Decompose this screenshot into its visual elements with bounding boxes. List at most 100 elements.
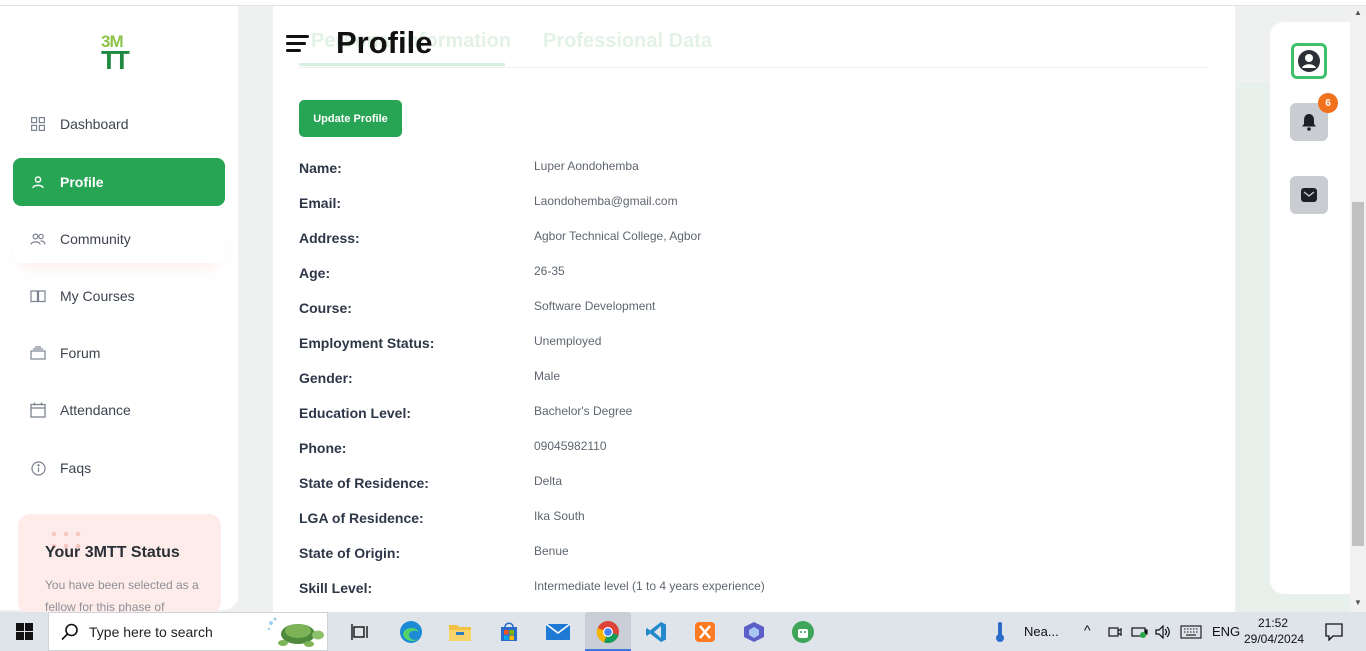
status-card-title: Your 3MTT Status (45, 544, 180, 561)
taskbar-clock[interactable]: 21:52 29/04/2024 (1244, 615, 1305, 647)
status-card: Your 3MTT Status You have been selected … (18, 514, 221, 612)
field-label: Gender: (299, 370, 353, 386)
hamburger-menu-icon[interactable] (286, 33, 310, 53)
scroll-up-arrow-icon[interactable]: ▲ (1354, 8, 1362, 17)
field-label: Address: (299, 230, 360, 246)
sidebar-item-forum[interactable]: Forum (13, 329, 225, 377)
profile-field-row: Employment Status: Unemployed (299, 332, 1199, 356)
profile-field-row: Gender: Male (299, 367, 1199, 391)
battery-icon[interactable] (1131, 626, 1149, 638)
windows-taskbar: Type here to search Nea... ^ ENG 21:52 2… (0, 612, 1366, 651)
user-circle-icon (1298, 50, 1320, 72)
field-value: Laondohemba@gmail.com (534, 194, 678, 208)
weather-text[interactable]: Nea... (1024, 624, 1059, 639)
mail-icon (1301, 188, 1317, 202)
profile-field-row: Address: Agbor Technical College, Agbor (299, 227, 1199, 251)
field-value: Benue (534, 544, 569, 558)
field-label: Education Level: (299, 405, 412, 421)
meet-now-icon[interactable] (1108, 625, 1122, 639)
field-value: Male (534, 369, 561, 383)
active-tab-underline (299, 63, 505, 66)
field-value: Delta (534, 474, 563, 488)
field-value: Ika South (534, 509, 585, 523)
field-label: Skill Level: (299, 580, 373, 596)
clock-date: 29/04/2024 (1244, 632, 1305, 646)
weather-thermometer-icon[interactable] (994, 621, 1006, 643)
scrollbar-thumb[interactable] (1352, 202, 1364, 546)
sidebar-item-label: Profile (60, 174, 104, 190)
users-icon (30, 231, 46, 247)
turtle-search-highlight-icon (267, 617, 324, 647)
profile-field-row: Phone: 09045982110 (299, 437, 1199, 461)
sidebar-item-label: Faqs (60, 460, 92, 476)
microsoft-store-icon[interactable] (494, 617, 524, 647)
user-icon (30, 174, 46, 190)
bell-icon (1302, 114, 1316, 131)
field-label: Age: (299, 265, 331, 281)
field-value: Intermediate level (1 to 4 years experie… (534, 579, 765, 593)
notification-count-badge: 6 (1318, 93, 1338, 113)
field-label: State of Residence: (299, 475, 429, 491)
page-title: Profile (336, 25, 433, 60)
mail-app-icon[interactable] (543, 617, 573, 647)
info-icon (30, 460, 46, 476)
calendar-icon (30, 402, 46, 418)
3mtt-logo[interactable]: 3M TT (101, 33, 139, 77)
profile-field-row: Email: Laondohemba@gmail.com (299, 192, 1199, 216)
field-value: 26-35 (534, 264, 565, 278)
sidebar-item-profile[interactable]: Profile (13, 158, 225, 206)
search-placeholder: Type here to search (89, 623, 213, 640)
sidebar-item-attendance[interactable]: Attendance (13, 386, 225, 434)
field-value: 09045982110 (534, 439, 607, 453)
profile-field-row: State of Origin: Benue (299, 542, 1199, 566)
field-label: Email: (299, 195, 342, 211)
field-value: Software Development (534, 299, 656, 313)
chrome-browser-icon[interactable] (585, 612, 631, 651)
field-value: Bachelor's Degree (534, 404, 633, 418)
clock-time: 21:52 (1257, 616, 1289, 630)
field-label: LGA of Residence: (299, 510, 424, 526)
language-indicator[interactable]: ENG (1212, 624, 1240, 639)
volume-icon[interactable] (1155, 625, 1171, 639)
grid-icon (30, 116, 46, 132)
field-label: Employment Status: (299, 335, 435, 351)
profile-field-row: State of Residence: Delta (299, 472, 1199, 496)
field-label: State of Origin: (299, 545, 401, 561)
browser-viewport: 3M TT Dashboard Profile Community My Cou… (0, 0, 1366, 612)
field-label: Phone: (299, 440, 347, 456)
field-label: Course: (299, 300, 352, 316)
notification-center-icon[interactable] (1325, 623, 1343, 641)
status-card-text: You have been selected as a fellow for t… (45, 578, 199, 612)
xampp-icon[interactable] (690, 617, 720, 647)
sidebar-item-faqs[interactable]: Faqs (13, 444, 225, 492)
keyboard-icon[interactable] (1180, 625, 1202, 639)
book-icon (30, 288, 46, 304)
profile-field-row: Skill Level: Intermediate level (1 to 4 y… (299, 577, 1199, 601)
field-value: Agbor Technical College, Agbor (534, 229, 702, 243)
field-value: Luper Aondohemba (534, 159, 639, 173)
scroll-down-arrow-icon[interactable]: ▼ (1354, 598, 1362, 607)
task-view-icon[interactable] (346, 617, 376, 647)
sidebar-item-dashboard[interactable]: Dashboard (13, 100, 225, 148)
field-label: Name: (299, 160, 342, 176)
sidebar-item-label: Forum (60, 345, 101, 361)
sidebar-item-my-courses[interactable]: My Courses (13, 272, 225, 320)
profile-field-row: LGA of Residence: Ika South (299, 507, 1199, 531)
tab-professional-data[interactable]: Professional Data (543, 30, 712, 53)
vscode-icon[interactable] (641, 617, 671, 647)
chevron-up-icon[interactable]: ^ (1084, 622, 1091, 638)
app-launcher-icon[interactable] (739, 617, 769, 647)
sidebar-item-label: My Courses (60, 288, 135, 304)
profile-field-row: Education Level: Bachelor's Degree (299, 402, 1199, 426)
start-button[interactable] (0, 612, 48, 651)
page-scrollbar[interactable]: ▲ ▼ (1350, 6, 1366, 612)
sidebar-item-community[interactable]: Community (13, 215, 225, 263)
edge-browser-icon[interactable] (396, 617, 426, 647)
messages-button[interactable] (1290, 176, 1328, 214)
android-app-icon[interactable] (788, 617, 818, 647)
profile-avatar-button[interactable] (1291, 43, 1327, 79)
file-explorer-icon[interactable] (445, 617, 475, 647)
update-profile-button[interactable]: Update Profile (299, 100, 402, 137)
sidebar-item-label: Community (60, 231, 131, 247)
windows-logo-icon (15, 623, 33, 640)
